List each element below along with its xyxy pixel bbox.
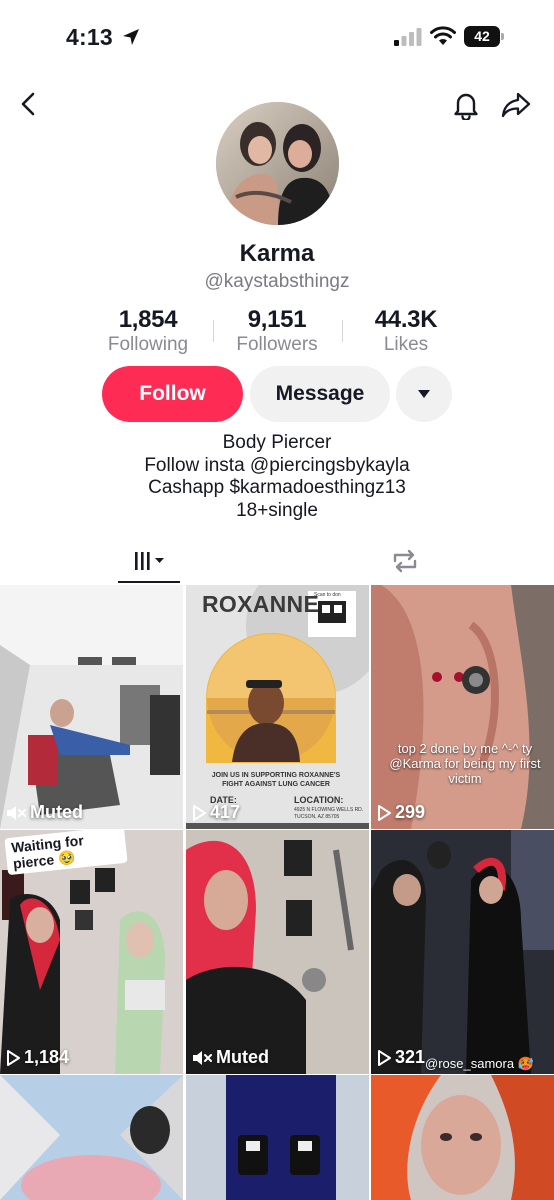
- repost-icon: [393, 549, 417, 573]
- video-meta: 417: [192, 802, 240, 823]
- content-tabs: [0, 538, 554, 584]
- cellular-signal-icon: [394, 28, 422, 46]
- profile-stats: 1,854 Following 9,151 Followers 44.3K Li…: [0, 306, 554, 356]
- video-preview: [371, 830, 554, 1074]
- play-count: 321: [395, 1047, 426, 1067]
- play-icon: [378, 1049, 391, 1066]
- notification-bell-button[interactable]: [446, 85, 486, 125]
- play-count: 299: [395, 802, 426, 822]
- likes-count: 44.3K: [374, 306, 438, 333]
- video-thumbnail[interactable]: 321 @rose_samora 🥵: [371, 830, 554, 1074]
- profile-avatar[interactable]: [216, 102, 339, 225]
- video-meta: Muted: [6, 802, 83, 823]
- followers-label: Followers: [236, 334, 318, 355]
- bell-icon: [454, 93, 478, 120]
- followers-count: 9,151: [247, 306, 307, 333]
- share-button[interactable]: [496, 85, 536, 125]
- play-icon: [378, 804, 391, 821]
- video-preview: [186, 1075, 369, 1200]
- follow-button[interactable]: Follow: [102, 366, 243, 422]
- status-time: 4:13: [66, 24, 113, 50]
- caret-down-icon: [418, 390, 430, 398]
- avatar-photo: [216, 102, 339, 225]
- video-meta-text: Muted: [30, 802, 83, 822]
- video-preview: [371, 585, 554, 829]
- location-arrow-icon: [123, 29, 139, 45]
- share-arrow-icon: [501, 92, 531, 118]
- battery-level: 42: [464, 26, 500, 47]
- video-thumbnail[interactable]: [186, 1075, 369, 1200]
- tab-reposts[interactable]: [374, 538, 436, 584]
- message-button[interactable]: Message: [250, 366, 390, 422]
- battery-tip: [501, 33, 504, 40]
- profile-bio: Body Piercer Follow insta @piercingsbyka…: [0, 432, 554, 522]
- wifi-icon: [430, 26, 456, 45]
- video-grid: Muted ROXANNE Scan to don JOIN US IN SUP…: [0, 585, 554, 1200]
- grid-icon: [135, 552, 164, 570]
- muted-icon: [7, 805, 26, 820]
- video-preview: [0, 1075, 183, 1200]
- active-tab-indicator: [118, 581, 180, 583]
- likes-label: Likes: [383, 334, 429, 355]
- bio-line: Follow insta @piercingsbykayla: [144, 454, 410, 476]
- profile-actions: Follow Message: [0, 366, 554, 422]
- play-count: 417: [210, 802, 241, 822]
- video-preview: [0, 585, 183, 829]
- video-thumbnail[interactable]: Waiting for pierce 🥹 1,184: [0, 830, 183, 1074]
- video-caption: top 2 done by me ^-^ ty @Karma for being…: [389, 741, 541, 786]
- stat-followers[interactable]: 9,151 Followers: [212, 306, 342, 356]
- tab-videos[interactable]: [118, 538, 180, 584]
- profile-name: Karma: [239, 240, 315, 267]
- video-meta: 299: [377, 802, 425, 823]
- video-thumbnail[interactable]: top 2 done by me ^-^ ty @Karma for being…: [371, 585, 554, 829]
- video-thumbnail[interactable]: Muted: [186, 830, 369, 1074]
- suggested-accounts-button[interactable]: [396, 366, 452, 422]
- video-meta: 1,184: [6, 1047, 69, 1068]
- chevron-left-icon: [21, 92, 35, 116]
- video-preview: [371, 1075, 554, 1200]
- play-count: 1,184: [24, 1047, 70, 1067]
- video-thumbnail[interactable]: Muted: [0, 585, 183, 829]
- video-caption: @rose_samora 🥵: [425, 1056, 534, 1071]
- stat-following[interactable]: 1,854 Following: [83, 306, 213, 356]
- stat-likes[interactable]: 44.3K Likes: [341, 306, 471, 356]
- play-icon: [7, 1049, 20, 1066]
- muted-icon: [193, 1050, 212, 1065]
- profile-handle: @kaystabsthingz: [204, 271, 350, 292]
- poster-address: 4925 N FLOWING WELLS RD. TUCSON, AZ 8570…: [294, 807, 364, 820]
- poster-location-label: LOCATION:: [294, 795, 344, 805]
- bio-line: 18+single: [236, 499, 318, 521]
- poster-scan-text: Scan to don: [314, 592, 341, 598]
- following-label: Following: [107, 334, 189, 355]
- following-count: 1,854: [118, 306, 178, 333]
- status-bar: 4:13 42: [0, 0, 554, 74]
- video-meta: Muted: [192, 1047, 269, 1068]
- video-thumbnail[interactable]: [0, 1075, 183, 1200]
- back-button[interactable]: [9, 84, 49, 124]
- battery-indicator: 42: [464, 26, 504, 47]
- video-preview: [186, 830, 369, 1074]
- play-icon: [193, 804, 206, 821]
- bio-line: Body Piercer: [222, 432, 332, 453]
- video-thumbnail[interactable]: [371, 1075, 554, 1200]
- bio-line: Cashapp $karmadoesthingz13: [148, 477, 406, 498]
- poster-title: ROXANNE: [202, 591, 320, 617]
- video-preview: [186, 585, 369, 829]
- poster-body: JOIN US IN SUPPORTING ROXANNE'S FIGHT AG…: [211, 772, 341, 788]
- video-thumbnail[interactable]: ROXANNE Scan to don JOIN US IN SUPPORTIN…: [186, 585, 369, 829]
- video-meta-text: Muted: [216, 1047, 269, 1067]
- video-meta: 321: [377, 1047, 425, 1068]
